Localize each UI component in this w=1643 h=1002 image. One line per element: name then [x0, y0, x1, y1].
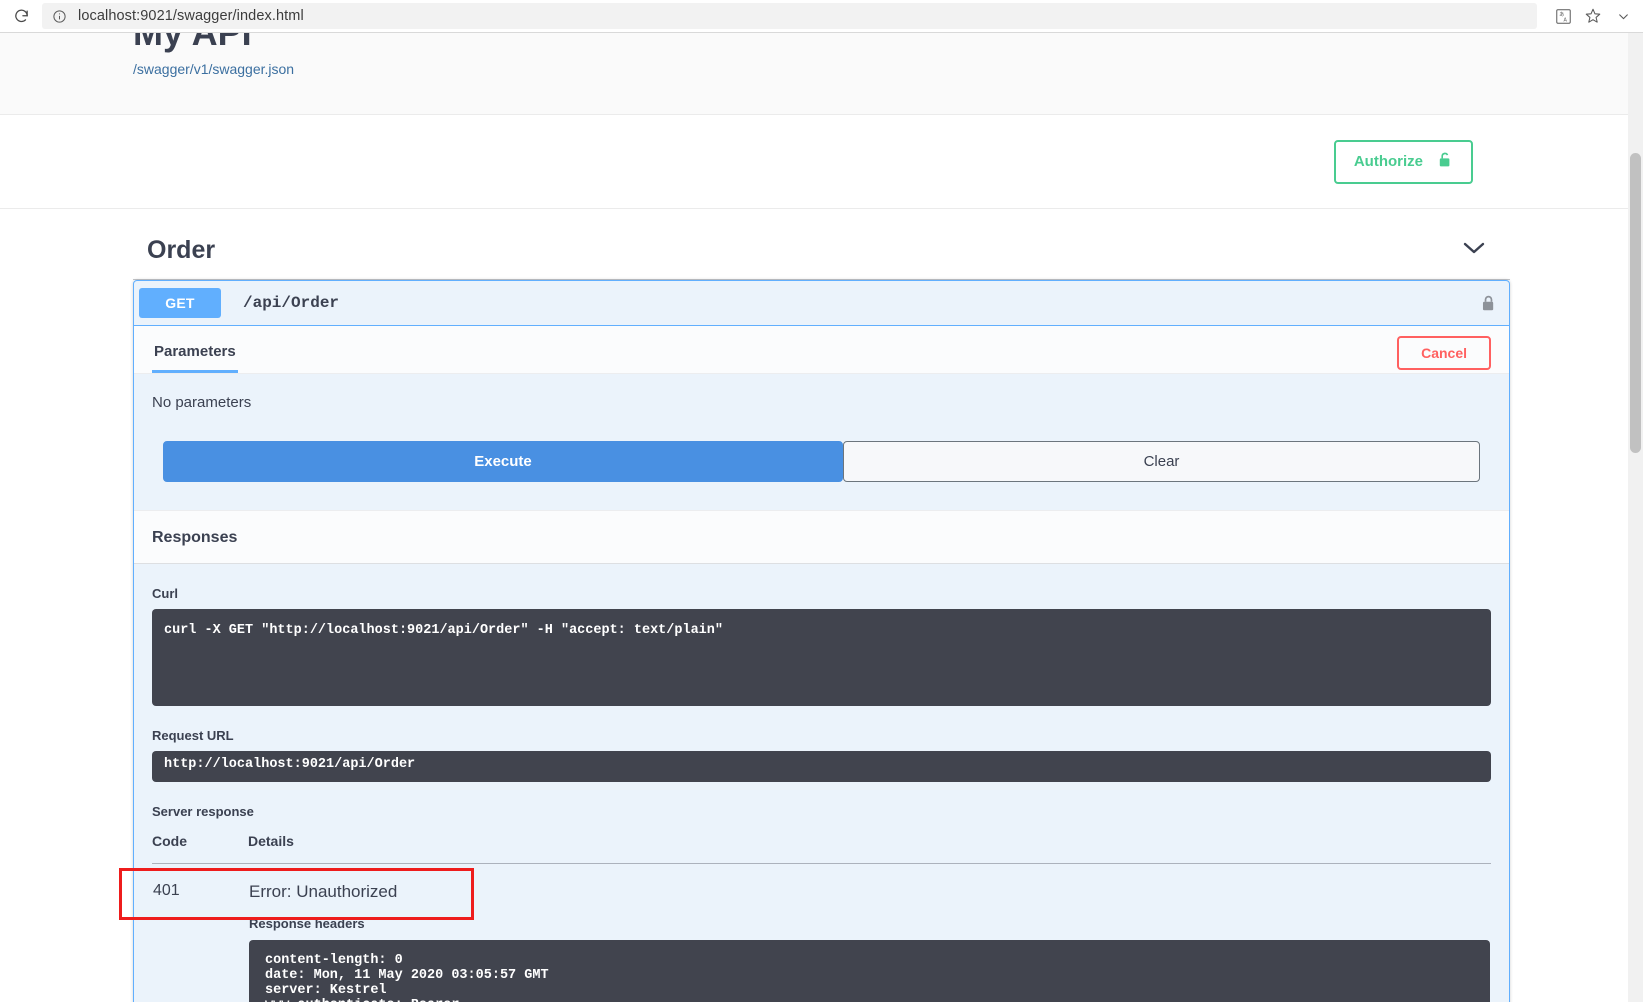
browser-toolbar: localhost:9021/swagger/index.html あ A: [0, 0, 1643, 33]
column-header-details: Details: [248, 833, 1491, 864]
info-circle-icon[interactable]: [50, 7, 68, 25]
response-headers-label: Response headers: [249, 916, 365, 931]
swagger-ui-page: My API /swagger/v1/swagger.json Authoriz…: [0, 33, 1643, 1002]
curl-command-block[interactable]: curl -X GET "http://localhost:9021/api/O…: [152, 609, 1491, 706]
browser-toolbar-actions: あ A: [1547, 3, 1637, 29]
translate-icon[interactable]: あ A: [1549, 3, 1577, 29]
server-response-table: Code Details 401 Error: Unauthorized Res…: [152, 833, 1491, 1002]
chevron-icon[interactable]: [1609, 3, 1637, 29]
response-error-title: Error: Unauthorized: [249, 882, 398, 901]
address-bar-url: localhost:9021/swagger/index.html: [78, 8, 304, 24]
api-info-header: My API /swagger/v1/swagger.json: [0, 33, 1643, 115]
responses-body: Curl curl -X GET "http://localhost:9021/…: [134, 564, 1509, 1002]
table-row: 401 Error: Unauthorized Response headers…: [152, 864, 1491, 1002]
tab-parameters[interactable]: Parameters: [152, 339, 238, 373]
responses-title: Responses: [152, 529, 238, 546]
request-url-label: Request URL: [152, 728, 234, 743]
authorize-button-label: Authorize: [1353, 153, 1423, 170]
curl-label: Curl: [152, 586, 178, 601]
tag-header-order[interactable]: Order: [133, 222, 1510, 280]
response-headers-block[interactable]: content-length: 0 date: Mon, 11 May 2020…: [249, 940, 1490, 1002]
operation-summary[interactable]: GET /api/Order: [134, 281, 1509, 326]
operation-body: Parameters Cancel No parameters Execute …: [134, 326, 1509, 1002]
address-bar[interactable]: localhost:9021/swagger/index.html: [42, 3, 1537, 29]
operation-block-get-api-order: GET /api/Order Parameters Cancel No para…: [133, 280, 1510, 1002]
cancel-button[interactable]: Cancel: [1397, 336, 1491, 370]
api-info-block: My API /swagger/v1/swagger.json: [0, 33, 1643, 79]
page-scrollbar[interactable]: [1628, 33, 1643, 1002]
clear-button[interactable]: Clear: [843, 441, 1480, 482]
column-header-code: Code: [152, 833, 248, 864]
action-buttons-row: Execute Clear: [134, 411, 1509, 510]
operation-path: /api/Order: [243, 294, 340, 312]
response-details: Error: Unauthorized Response headers con…: [248, 864, 1491, 1002]
http-method-badge: GET: [139, 288, 221, 318]
svg-text:A: A: [1563, 17, 1567, 23]
execute-button[interactable]: Execute: [163, 441, 843, 482]
tag-name: Order: [147, 236, 216, 264]
operations-area: Order GET /api/Order Parameters Cancel N…: [0, 209, 1643, 1002]
authorize-button[interactable]: Authorize: [1333, 139, 1473, 184]
server-response-label: Server response: [152, 804, 254, 819]
operation-tabs: Parameters Cancel: [134, 326, 1509, 374]
table-header-row: Code Details: [152, 833, 1491, 864]
reload-icon[interactable]: [6, 3, 36, 29]
unlock-icon: [1437, 151, 1453, 173]
page-title: My API: [133, 33, 1643, 51]
responses-header: Responses: [134, 510, 1509, 564]
response-code: 401: [153, 882, 180, 899]
chevron-down-icon[interactable]: [1460, 239, 1488, 262]
no-parameters-text: No parameters: [152, 394, 252, 411]
scrollbar-thumb[interactable]: [1630, 153, 1641, 453]
lock-icon[interactable]: [1480, 294, 1497, 313]
swagger-json-link[interactable]: /swagger/v1/swagger.json: [133, 61, 294, 77]
tag-section-order: Order GET /api/Order Parameters Cancel N…: [133, 222, 1510, 1002]
authorize-row: Authorize: [0, 115, 1643, 209]
star-outline-icon[interactable]: [1579, 3, 1607, 29]
request-url-block[interactable]: http://localhost:9021/api/Order: [152, 751, 1491, 782]
